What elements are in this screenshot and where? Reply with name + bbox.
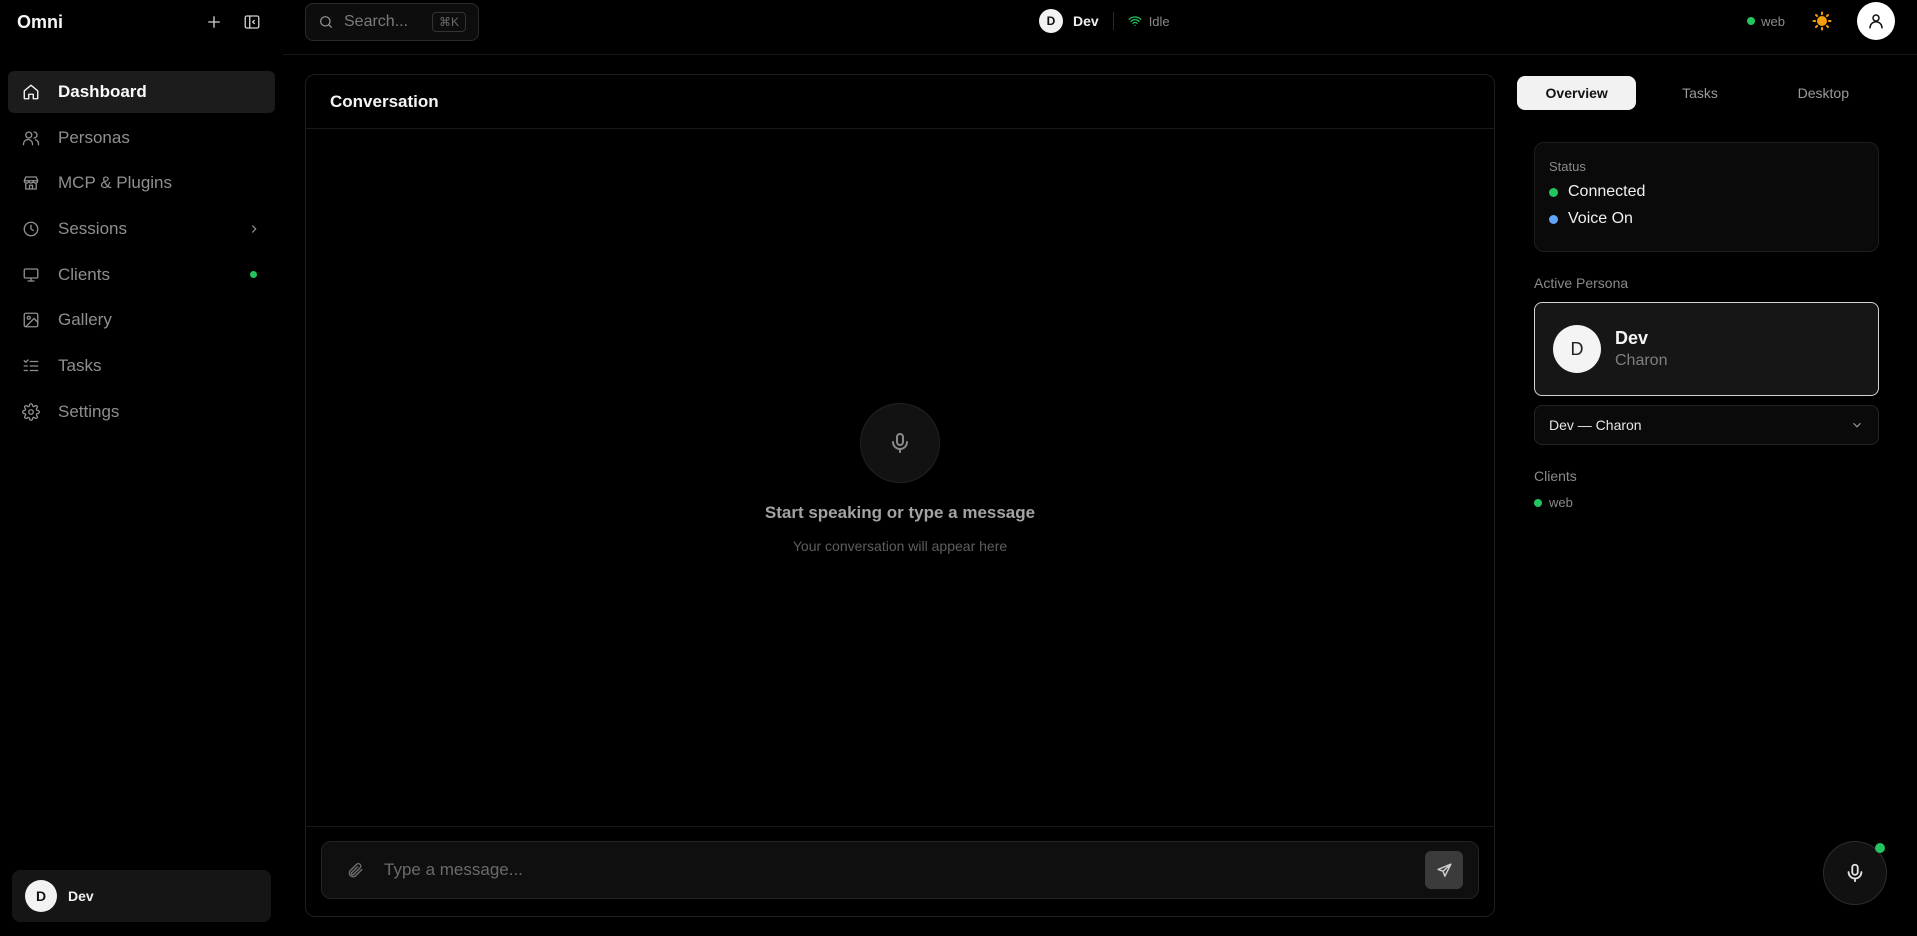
empty-state-title: Start speaking or type a message [764, 503, 1036, 522]
status-card: Status Connected Voice On [1534, 142, 1879, 252]
voice-mic-button[interactable] [1823, 841, 1887, 905]
status-voice: Voice On [1549, 210, 1864, 228]
sidebar-item-label: Dashboard [58, 82, 147, 101]
sidebar-item-label: Tasks [58, 356, 102, 376]
chevron-right-icon [247, 222, 261, 236]
store-icon [22, 174, 40, 192]
wifi-icon [1128, 14, 1142, 28]
active-persona-card[interactable]: D Dev Charon [1534, 302, 1879, 396]
online-indicator [250, 271, 257, 279]
status-dot [1549, 214, 1558, 224]
mic-icon [1847, 863, 1863, 883]
sidebar-item-label: Settings [58, 401, 120, 421]
sidebar-item-tasks[interactable]: Tasks [8, 345, 275, 387]
list-todo-icon [22, 357, 40, 375]
send-icon [1436, 862, 1452, 877]
active-persona-name: Dev [1073, 13, 1099, 29]
clock-icon [22, 220, 40, 238]
sidebar-item-label: Clients [58, 264, 110, 284]
persona-status: D Dev Idle [1039, 9, 1170, 33]
topbar-right: web [1747, 2, 1895, 40]
sidebar: Omni Dashboard Personas MCP & Plugins Se… [0, 0, 283, 936]
sidebar-item-label: Gallery [58, 310, 112, 330]
status-text: Connected [1568, 183, 1646, 200]
persona-select-value: Dev — Charon [1549, 417, 1642, 433]
sidebar-item-settings[interactable]: Settings [8, 391, 275, 433]
send-button[interactable] [1425, 851, 1463, 889]
avatar: D [1039, 9, 1063, 33]
sidebar-header: Omni [0, 0, 283, 44]
mic-icon [860, 403, 940, 483]
message-composer [321, 841, 1479, 899]
persona-info: Dev Charon [1615, 328, 1667, 370]
client-name: web [1549, 495, 1573, 510]
right-panel: Overview Tasks Desktop Status Connected … [1517, 74, 1883, 510]
persona-name: Dev [1615, 328, 1649, 348]
account-button[interactable] [1857, 2, 1895, 40]
search-placeholder: Search... [344, 13, 409, 30]
monitor-icon [22, 266, 40, 284]
persona-select[interactable]: Dev — Charon [1534, 405, 1879, 445]
current-user-button[interactable]: D Dev [12, 870, 271, 922]
client-online-dot [1534, 498, 1542, 507]
avatar: D [1553, 325, 1601, 373]
sidebar-nav: Dashboard Personas MCP & Plugins Session… [0, 44, 283, 433]
tab-tasks[interactable]: Tasks [1640, 76, 1759, 110]
clients-label: Clients [1534, 468, 1577, 484]
status-label: Status [1549, 159, 1586, 174]
app-name: Omni [17, 11, 64, 32]
sidebar-item-mcp-plugins[interactable]: MCP & Plugins [8, 162, 275, 204]
gear-icon [22, 402, 40, 421]
client-online-dot [1747, 17, 1756, 25]
sidebar-item-clients[interactable]: Clients [8, 254, 275, 296]
users-icon [22, 129, 40, 147]
plus-icon [208, 16, 220, 28]
sidebar-item-label: Sessions [58, 219, 127, 239]
sidebar-item-label: MCP & Plugins [58, 173, 173, 193]
conversation-title: Conversation [330, 91, 439, 111]
conversation-header: Conversation [306, 75, 1494, 129]
active-persona-label: Active Persona [1534, 275, 1629, 291]
top-bar: Search... ⌘K D Dev Idle web [283, 0, 1917, 55]
empty-state: Start speaking or type a message Your co… [306, 403, 1494, 554]
empty-state-subtitle: Your conversation will appear here [792, 538, 1008, 554]
right-panel-tabs: Overview Tasks Desktop [1517, 74, 1883, 112]
user-icon [1869, 14, 1883, 29]
client-item: web [1534, 495, 1883, 510]
theme-toggle-sun-icon[interactable] [1812, 11, 1832, 31]
composer-area [306, 826, 1494, 916]
status-text: Voice On [1568, 210, 1633, 227]
tab-overview[interactable]: Overview [1517, 76, 1637, 110]
collapse-sidebar-button[interactable] [238, 8, 266, 36]
sidebar-item-sessions[interactable]: Sessions [8, 208, 275, 250]
new-button[interactable] [200, 8, 228, 36]
search-shortcut: ⌘K [431, 12, 466, 32]
divider [1112, 12, 1114, 30]
paperclip-icon[interactable] [346, 861, 364, 879]
home-icon [22, 83, 40, 101]
panel-left-icon [244, 15, 260, 29]
tab-desktop[interactable]: Desktop [1764, 76, 1883, 110]
image-icon [22, 311, 40, 329]
avatar: D [25, 880, 57, 912]
agent-state: Idle [1148, 13, 1170, 29]
sidebar-item-personas[interactable]: Personas [8, 117, 275, 159]
client-label: web [1761, 13, 1785, 29]
status-dot [1549, 187, 1558, 197]
persona-voice: Charon [1615, 352, 1668, 369]
conversation-panel: Conversation Start speaking or type a me… [305, 74, 1495, 917]
sidebar-item-gallery[interactable]: Gallery [8, 299, 275, 341]
chevron-down-icon [1853, 422, 1861, 428]
status-connected: Connected [1549, 183, 1864, 201]
sidebar-item-label: Personas [58, 127, 130, 147]
sidebar-item-dashboard[interactable]: Dashboard [8, 71, 275, 113]
user-name: Dev [68, 888, 94, 904]
search-input[interactable]: Search... ⌘K [305, 3, 479, 41]
voice-active-indicator [1875, 843, 1885, 853]
search-icon [318, 14, 334, 30]
message-input[interactable] [384, 860, 1425, 880]
